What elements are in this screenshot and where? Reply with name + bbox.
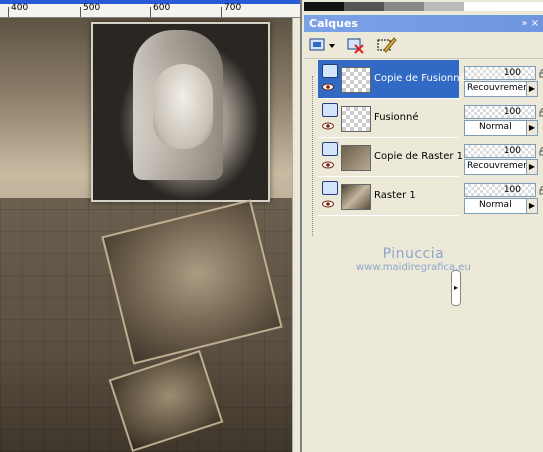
swatch — [304, 2, 344, 11]
image-canvas[interactable]: 400 500 600 700 — [0, 0, 300, 452]
layer-visibility — [320, 140, 338, 174]
opacity-value: 100 — [503, 107, 521, 117]
eye-icon[interactable] — [322, 83, 334, 91]
dropdown-arrow-icon[interactable]: ▶ — [526, 160, 537, 174]
ruler-tick — [150, 7, 151, 17]
horizontal-ruler: 400 500 600 700 — [0, 4, 300, 18]
dropdown-arrow-icon[interactable]: ▶ — [526, 121, 537, 135]
layer-type-icon — [322, 181, 338, 195]
layer-row[interactable]: Raster 1 — [318, 177, 459, 216]
blend-mode-select[interactable]: Normal ▶ — [464, 120, 538, 136]
watermark-url: www.maidiregrafica.eu — [356, 262, 471, 273]
layer-type-icon — [322, 64, 338, 78]
lock-icon[interactable] — [538, 146, 543, 156]
layer-thumbnail — [341, 106, 371, 132]
lock-icon[interactable] — [538, 107, 543, 117]
blend-mode-select[interactable]: Recouvrement ▶ — [464, 81, 538, 97]
lock-icon[interactable] — [538, 185, 543, 195]
blend-mode-value: Recouvrement — [467, 161, 533, 171]
lock-icon[interactable] — [538, 68, 543, 78]
blend-mode-value: Recouvrement — [467, 83, 533, 93]
artwork-image — [0, 18, 292, 452]
watermark-name: Pinuccia — [382, 246, 445, 262]
tree-connector — [312, 76, 314, 236]
ruler-tick — [221, 7, 222, 17]
canvas-vertical-scrollbar[interactable] — [292, 18, 300, 452]
blend-mode-select[interactable]: Recouvrement ▶ — [464, 159, 538, 175]
opacity-value: 100 — [503, 185, 521, 195]
ruler-label: 500 — [83, 3, 101, 13]
dropdown-arrow-icon[interactable]: ▶ — [526, 199, 537, 213]
ruler-label: 700 — [224, 3, 242, 13]
layer-thumbnail — [341, 145, 371, 171]
layer-properties-column: 100 Recouvrement ▶ 100 Normal ▶ 100 Reco — [461, 58, 543, 452]
layer-properties: 100 Normal ▶ — [464, 99, 543, 136]
blend-mode-select[interactable]: Normal ▶ — [464, 198, 538, 214]
ruler-label: 600 — [153, 3, 171, 13]
layer-thumbnail — [341, 184, 371, 210]
layer-visibility — [320, 62, 338, 96]
layer-type-icon — [322, 142, 338, 156]
layer-visibility — [320, 179, 338, 213]
eye-icon[interactable] — [322, 122, 334, 130]
new-layer-icon[interactable] — [308, 36, 338, 54]
dropdown-arrow-icon[interactable]: ▶ — [526, 82, 537, 96]
ruler-tick — [8, 7, 9, 17]
panel-title: Calques — [309, 17, 358, 30]
layer-row[interactable]: Copie de Raster 1 — [318, 138, 463, 177]
layer-properties: 100 Recouvrement ▶ — [464, 60, 543, 97]
layers-toolbar — [304, 32, 543, 59]
layer-row[interactable]: Copie de Fusionné — [318, 60, 466, 99]
opacity-field[interactable]: 100 — [464, 66, 536, 80]
panel-titlebar[interactable]: Calques » × — [304, 15, 543, 32]
panel-window-buttons[interactable]: » × — [521, 18, 539, 29]
delete-layer-icon[interactable] — [346, 36, 366, 54]
watermark: Pinuccia www.maidiregrafica.eu — [356, 246, 471, 273]
opacity-field[interactable]: 100 — [464, 144, 536, 158]
swatch — [344, 2, 384, 11]
blend-mode-value: Normal — [479, 200, 512, 210]
layer-properties: 100 Recouvrement ▶ — [464, 138, 543, 175]
ruler-label: 400 — [11, 3, 29, 13]
opacity-field[interactable]: 100 — [464, 105, 536, 119]
panel-collapse-button[interactable]: ▸ — [451, 270, 461, 306]
layer-name: Fusionné — [374, 112, 419, 123]
layer-row[interactable]: Fusionné — [318, 99, 459, 138]
layer-name: Raster 1 — [374, 190, 416, 201]
mask-icon[interactable] — [376, 36, 398, 54]
layer-visibility — [320, 101, 338, 135]
portrait-face — [153, 64, 213, 149]
opacity-value: 100 — [503, 146, 521, 156]
layer-thumbnail — [341, 67, 371, 93]
blend-mode-value: Normal — [479, 122, 512, 132]
swatch — [464, 2, 543, 11]
swatch — [384, 2, 424, 11]
layers-panel: Calques » × Copie de Fusionné Fusionné C… — [300, 0, 543, 452]
eye-icon[interactable] — [322, 161, 334, 169]
eye-icon[interactable] — [322, 200, 334, 208]
artwork-main-portrait — [91, 22, 270, 202]
ruler-tick — [80, 7, 81, 17]
opacity-field[interactable]: 100 — [464, 183, 536, 197]
layer-name: Copie de Raster 1 — [374, 151, 464, 162]
opacity-value: 100 — [503, 68, 521, 78]
layer-name: Copie de Fusionné — [374, 73, 466, 84]
layer-type-icon — [322, 103, 338, 117]
swatch — [424, 2, 464, 11]
palette-strip — [302, 0, 543, 14]
layer-properties: 100 Normal ▶ — [464, 177, 543, 214]
